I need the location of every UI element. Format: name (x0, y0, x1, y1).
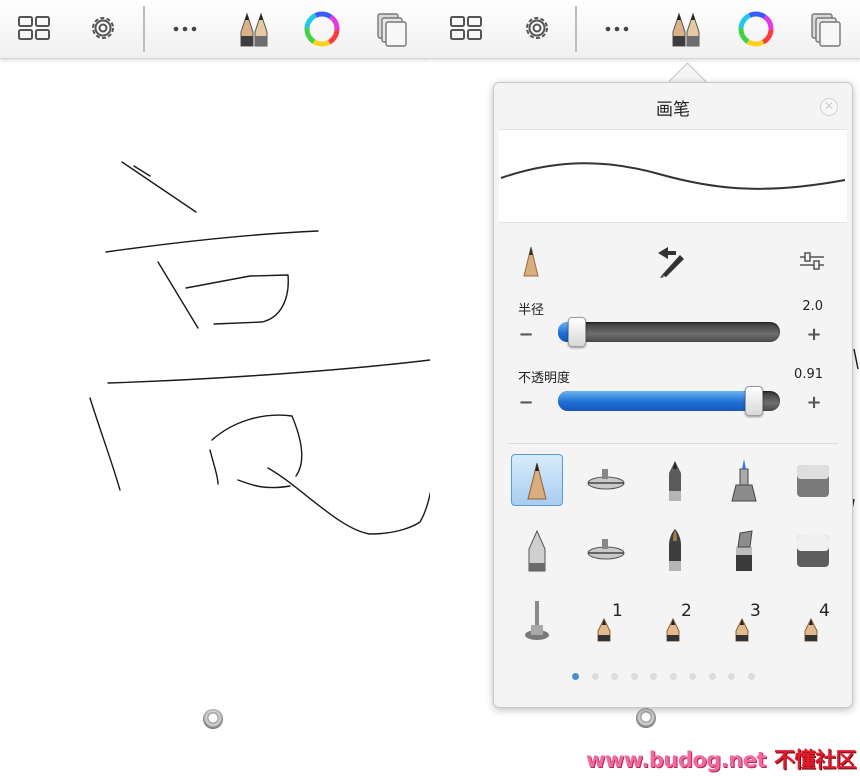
main-toolbar (0, 0, 430, 59)
stroke-preview (499, 129, 847, 223)
brush-panel-title: 画笔 (656, 100, 690, 120)
color-wheel-icon[interactable] (301, 8, 343, 50)
opacity-value: 0.91 (794, 367, 823, 382)
brush-chisel-marker[interactable] (718, 525, 770, 577)
page-dot[interactable] (708, 673, 716, 680)
scroll-knob[interactable] (203, 709, 223, 729)
stroke-line (89, 397, 121, 491)
custom-brush-number: 1 (612, 601, 623, 621)
brush-paint-brush[interactable] (649, 525, 701, 577)
more-icon[interactable] (596, 8, 638, 50)
stroke-line (209, 449, 219, 485)
stroke-line (237, 479, 291, 489)
custom-brush-1[interactable]: 1 (580, 595, 632, 647)
page-dot[interactable] (630, 673, 638, 680)
opacity-slider-fill (558, 391, 753, 411)
brush-page-indicator (494, 673, 852, 683)
toolbar-separator (143, 6, 145, 52)
left-screen (0, 0, 430, 776)
grid-icon[interactable] (446, 8, 488, 50)
color-wheel-icon[interactable] (735, 8, 777, 50)
brush-eraser-soft[interactable] (787, 525, 839, 577)
main-toolbar (430, 0, 860, 59)
page-dot[interactable] (650, 673, 657, 680)
custom-brush-number: 4 (819, 601, 830, 621)
stroke-line (211, 414, 303, 477)
swap-brush-icon[interactable] (652, 243, 688, 279)
brush-airbrush[interactable] (580, 455, 632, 507)
custom-brush-number: 3 (750, 601, 761, 621)
brush-settings-icon[interactable] (794, 243, 830, 279)
layers-icon[interactable] (370, 8, 412, 50)
radius-value: 2.0 (802, 299, 823, 314)
radius-increase-button[interactable]: + (806, 324, 822, 345)
stroke-line (107, 359, 430, 384)
brush-marker[interactable] (718, 455, 770, 507)
brush-eraser-hard[interactable] (787, 455, 839, 507)
page-dot[interactable] (689, 673, 696, 680)
stroke-line (267, 467, 430, 535)
page-dot[interactable] (591, 673, 599, 680)
brushes-icon[interactable] (665, 8, 707, 50)
page-dot[interactable] (728, 673, 735, 680)
watermark: www.budog.net 不懂社区 (586, 744, 857, 774)
gear-icon[interactable] (516, 8, 558, 50)
page-dot[interactable] (611, 673, 618, 680)
drawing-canvas[interactable] (0, 59, 430, 776)
page-dot[interactable] (747, 673, 755, 680)
opacity-slider[interactable] (558, 386, 780, 416)
stroke-line (121, 161, 197, 213)
gear-icon[interactable] (82, 8, 124, 50)
divider (508, 443, 838, 444)
stroke-line (105, 230, 319, 253)
brush-soft-airbrush[interactable] (580, 525, 632, 577)
radius-decrease-button[interactable]: − (518, 324, 534, 345)
toolbar-separator (575, 6, 577, 52)
opacity-label: 不透明度 (518, 371, 571, 386)
brush-ink-pen[interactable] (649, 455, 701, 507)
layers-icon[interactable] (804, 8, 846, 50)
opacity-slider-thumb[interactable] (745, 386, 763, 416)
grid-icon[interactable] (14, 8, 56, 50)
custom-brush-2[interactable]: 2 (649, 595, 701, 647)
brush-pencil[interactable] (511, 454, 563, 506)
radius-slider[interactable] (558, 317, 780, 347)
stroke-line (853, 348, 859, 370)
custom-brush-number: 2 (681, 601, 692, 621)
page-dot[interactable] (669, 673, 677, 680)
opacity-increase-button[interactable]: + (806, 392, 822, 413)
close-icon[interactable]: ✕ (820, 98, 838, 116)
custom-brush-3[interactable]: 3 (718, 595, 770, 647)
radius-label: 半径 (518, 303, 545, 318)
brush-smudge[interactable] (511, 595, 563, 647)
current-brush-icon[interactable] (514, 243, 550, 279)
brush-panel: 画笔 ✕ 半径 2.0 − + 不透明度 0.91 − + 1 2 3 4 (493, 82, 853, 708)
scroll-knob[interactable] (636, 708, 656, 728)
page-dot[interactable] (572, 673, 579, 680)
radius-slider-thumb[interactable] (568, 317, 586, 347)
stroke-line (185, 274, 289, 325)
more-icon[interactable] (164, 8, 206, 50)
stroke-line (157, 261, 199, 329)
custom-brush-4[interactable]: 4 (787, 595, 839, 647)
brush-felt-pen[interactable] (511, 525, 563, 577)
brushes-icon[interactable] (233, 8, 275, 50)
watermark-site: www.budog.net (586, 748, 767, 772)
watermark-name: 不懂社区 (774, 748, 857, 772)
opacity-decrease-button[interactable]: − (518, 392, 534, 413)
